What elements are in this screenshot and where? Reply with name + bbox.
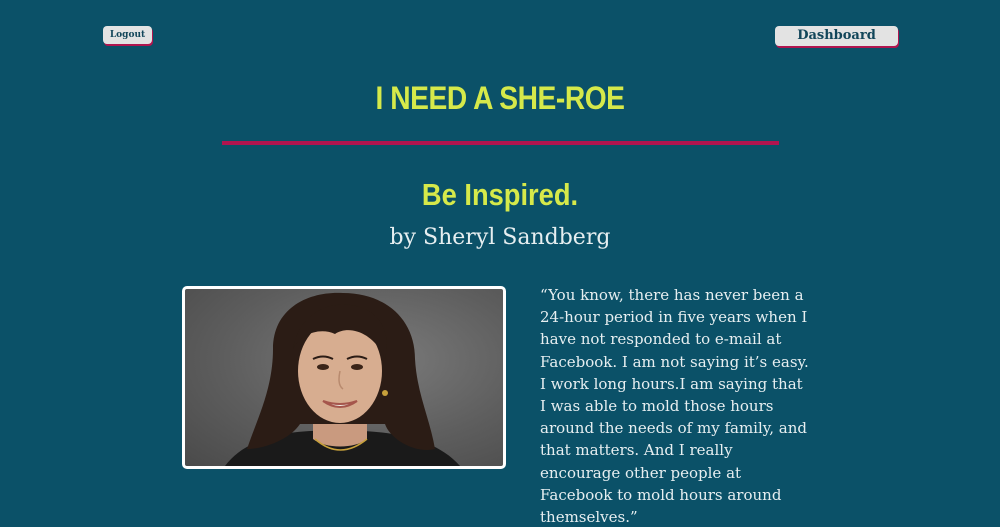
dashboard-button[interactable]: Dashboard: [775, 26, 898, 46]
quote-heading: Be Inspired.: [421, 177, 579, 212]
author-portrait: [182, 286, 506, 469]
title-divider: [222, 141, 779, 145]
quote-author: by Sheryl Sandberg: [389, 225, 611, 250]
site-title: I NEED A SHE-ROE: [375, 80, 625, 116]
quote-text: “You know, there has never been a 24-hou…: [540, 286, 809, 527]
logout-button[interactable]: Logout: [103, 26, 152, 44]
